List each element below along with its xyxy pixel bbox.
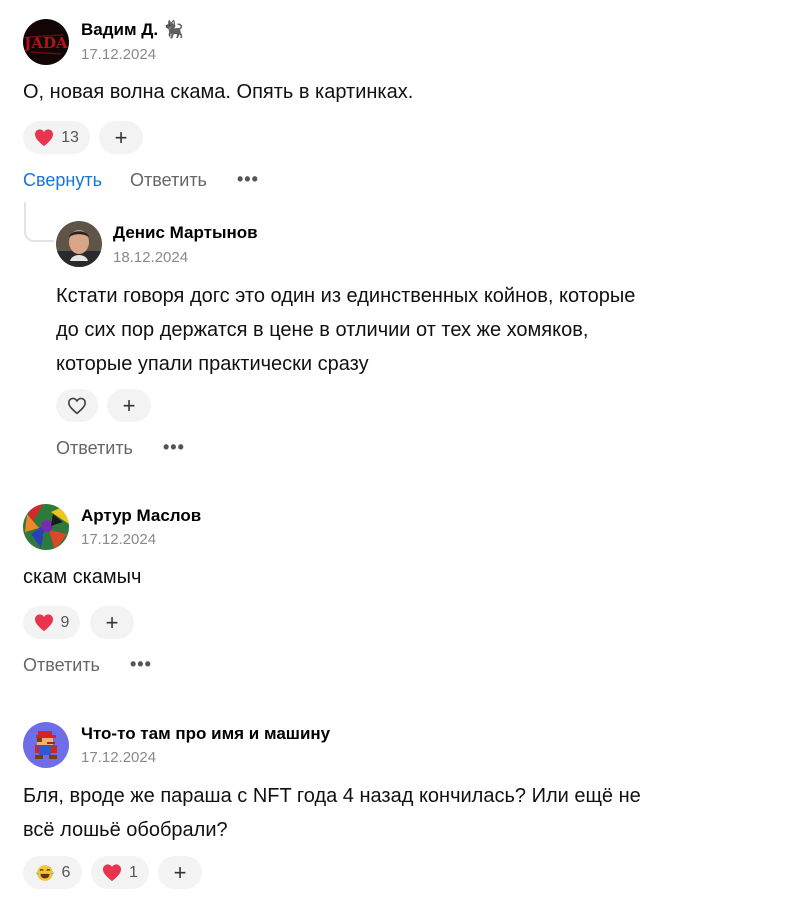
man-portrait-avatar-icon — [56, 221, 102, 267]
comment-date: 18.12.2024 — [113, 249, 189, 266]
reaction-laugh-button[interactable]: 6 — [23, 856, 82, 889]
more-options-icon[interactable]: ••• — [237, 169, 259, 190]
collapse-button[interactable]: Свернуть — [23, 170, 102, 191]
author-name[interactable]: Денис Мартынов — [113, 223, 258, 243]
author-name[interactable]: Вадим Д. 🐈‍⬛ — [81, 20, 184, 40]
red-text-logo-avatar-icon: JADA — [23, 19, 69, 65]
comment-text-line: О, новая волна скама. Опять в картинках. — [23, 81, 414, 103]
add-reaction-button[interactable]: + — [99, 121, 143, 154]
comment-text-line: всё лошьё обобрали? — [23, 819, 228, 841]
more-options-icon[interactable]: ••• — [130, 654, 152, 675]
heart-outline-icon — [67, 396, 87, 416]
add-reaction-button[interactable]: + — [107, 389, 151, 422]
add-reaction-button[interactable]: + — [90, 606, 134, 639]
colorful-abstract-avatar-icon — [23, 504, 69, 550]
like-button[interactable] — [56, 389, 98, 422]
comment-text: Кстати говоря догс это один из единствен… — [56, 279, 635, 381]
reaction-count: 9 — [60, 613, 70, 631]
avatar[interactable]: JADA — [23, 19, 69, 65]
comment-date: 17.12.2024 — [81, 46, 157, 63]
add-reaction-button[interactable]: + — [158, 856, 202, 889]
comment-date: 17.12.2024 — [81, 749, 157, 766]
heart-icon — [102, 863, 122, 883]
heart-icon — [34, 613, 54, 633]
author-name[interactable]: Артур Маслов — [81, 506, 201, 526]
heart-icon — [34, 128, 54, 148]
reaction-count: 1 — [129, 863, 138, 881]
comment-text-line: которые упали практически сразу — [56, 353, 369, 375]
comment-text-line: Кстати говоря догс это один из единствен… — [56, 285, 636, 307]
more-options-icon[interactable]: ••• — [163, 437, 185, 458]
thread-connector — [24, 202, 54, 242]
comment-text: скам скамыч — [23, 560, 141, 594]
comment-text: Бля, вроде же параша с NFT года 4 назад … — [23, 779, 641, 847]
avatar[interactable] — [23, 722, 69, 768]
laughing-tears-icon — [35, 863, 55, 883]
comment-date: 17.12.2024 — [81, 531, 157, 548]
pixel-mario-avatar-icon — [23, 722, 69, 768]
comment-text-line: скам скамыч — [23, 566, 142, 588]
author-name[interactable]: Что-то там про имя и машину — [81, 724, 330, 744]
reply-button[interactable]: Ответить — [56, 438, 133, 459]
reaction-count: 6 — [61, 863, 71, 881]
reaction-count: 13 — [61, 128, 79, 146]
comment-text: О, новая волна скама. Опять в картинках. — [23, 75, 413, 109]
comment-text-line: Бля, вроде же параша с NFT года 4 назад … — [23, 785, 641, 807]
reaction-heart-button[interactable]: 1 — [91, 856, 149, 889]
reaction-heart-button[interactable]: 13 — [23, 121, 90, 154]
reply-button[interactable]: Ответить — [130, 170, 207, 191]
reply-button[interactable]: Ответить — [23, 655, 100, 676]
reaction-heart-button[interactable]: 9 — [23, 606, 80, 639]
avatar[interactable] — [56, 221, 102, 267]
avatar[interactable] — [23, 504, 69, 550]
comment-text-line: до сих пор держатся в цене в отличии от … — [56, 319, 589, 341]
